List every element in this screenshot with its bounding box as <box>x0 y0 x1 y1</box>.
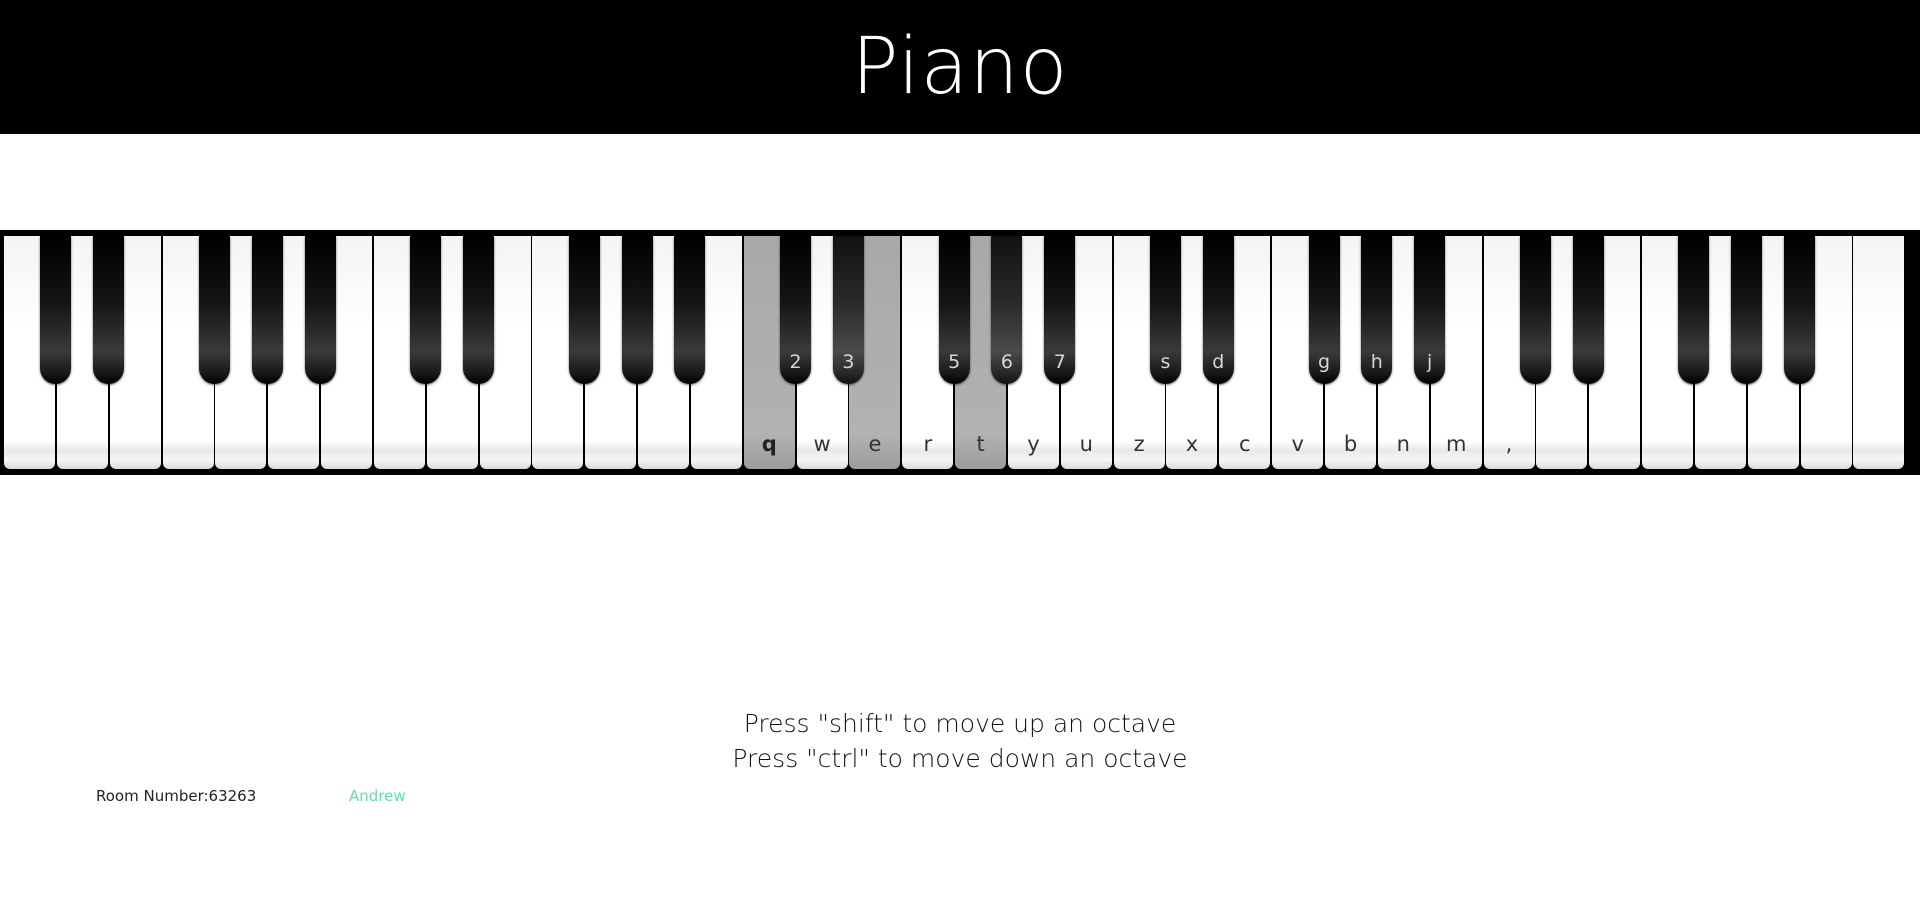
page-title: Piano <box>851 22 1069 112</box>
white-key-label: t <box>976 432 985 456</box>
black-key-label: 6 <box>1000 351 1013 373</box>
white-key[interactable] <box>1853 236 1905 469</box>
white-key-label: u <box>1079 432 1093 456</box>
black-key-label: h <box>1370 351 1383 373</box>
black-key[interactable] <box>621 236 653 384</box>
black-key[interactable]: s <box>1149 236 1181 384</box>
black-key[interactable]: d <box>1202 236 1234 384</box>
black-key-label: 5 <box>948 351 961 373</box>
black-key-label: g <box>1317 351 1331 373</box>
black-key[interactable] <box>410 236 442 384</box>
black-key[interactable] <box>93 236 125 384</box>
black-key[interactable]: 6 <box>991 236 1023 384</box>
black-key[interactable] <box>1572 236 1604 384</box>
black-key-label: j <box>1427 351 1433 373</box>
black-key-label: 3 <box>842 351 855 373</box>
black-key-label: 7 <box>1053 351 1066 373</box>
white-key-label: , <box>1505 432 1513 456</box>
instruction-octave-up: Press "shift" to move up an octave <box>743 709 1177 738</box>
black-key[interactable] <box>1731 236 1763 384</box>
black-key[interactable] <box>251 236 283 384</box>
black-key[interactable] <box>1678 236 1710 384</box>
white-key-label: r <box>923 432 933 456</box>
black-key-label: s <box>1160 351 1171 373</box>
white-key-label: c <box>1239 432 1251 456</box>
room-number: Room Number:63263 <box>96 787 257 805</box>
black-key[interactable] <box>674 236 706 384</box>
white-key-label: x <box>1185 432 1199 456</box>
white-key-label: e <box>868 432 882 456</box>
white-key-label: q <box>761 432 777 456</box>
instructions: Press "shift" to move up an octave Press… <box>0 706 1920 776</box>
black-key[interactable] <box>1519 236 1551 384</box>
black-key[interactable] <box>40 236 72 384</box>
black-key[interactable]: 5 <box>938 236 970 384</box>
black-key[interactable] <box>568 236 600 384</box>
white-key-label: b <box>1343 432 1358 456</box>
instruction-octave-down: Press "ctrl" to move down an octave <box>732 744 1188 773</box>
black-key[interactable] <box>1784 236 1816 384</box>
white-key-label: y <box>1027 432 1040 456</box>
white-key-label: n <box>1396 432 1410 456</box>
user-name: Andrew <box>349 787 406 805</box>
header-bar: Piano <box>0 0 1920 134</box>
black-key[interactable]: g <box>1308 236 1340 384</box>
white-key-label: z <box>1133 432 1145 456</box>
black-key-label: d <box>1212 351 1225 373</box>
piano-keyboard: q w e r t y u z x c v b n m, 2 3 5 6 7 s d g h j <box>0 230 1920 475</box>
black-key-label: 2 <box>789 351 802 373</box>
black-key[interactable]: h <box>1361 236 1393 384</box>
white-key-label: m <box>1445 432 1467 456</box>
black-key[interactable]: 2 <box>780 236 812 384</box>
black-key[interactable]: j <box>1414 236 1446 384</box>
black-key[interactable] <box>463 236 495 384</box>
black-key[interactable]: 3 <box>832 236 864 384</box>
black-key[interactable] <box>304 236 336 384</box>
white-key-label: w <box>813 432 831 456</box>
black-key[interactable]: 7 <box>1044 236 1076 384</box>
white-key-label: v <box>1291 432 1304 456</box>
black-key[interactable] <box>198 236 230 384</box>
